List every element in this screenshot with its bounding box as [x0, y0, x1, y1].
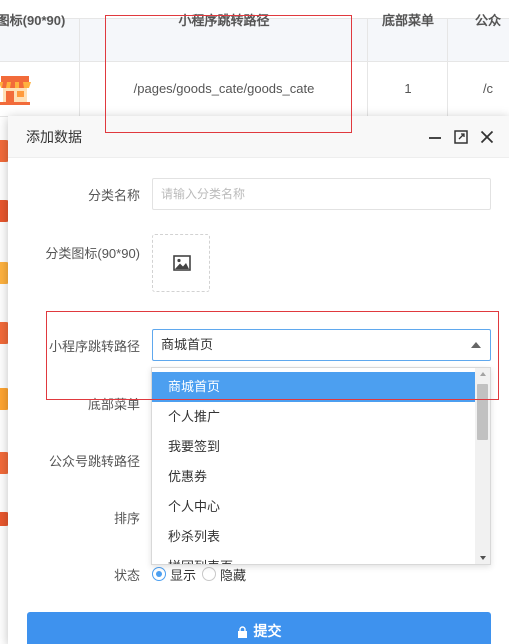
- admin-page: 图标(90*90) 小程序跳转路径 底部菜单 公众 /pages/goods_c…: [0, 0, 509, 644]
- scroll-down-icon[interactable]: [480, 556, 486, 560]
- submit-label: 提交: [253, 623, 282, 639]
- dropdown-option[interactable]: 个人推广: [152, 402, 475, 432]
- gzh-path-label: 公众号跳转路径: [48, 454, 140, 469]
- status-show-radio[interactable]: [152, 567, 166, 581]
- dialog-title: 添加数据: [26, 129, 82, 145]
- close-icon[interactable]: [477, 127, 497, 147]
- minimize-icon[interactable]: [425, 127, 445, 147]
- icon-upload[interactable]: [152, 234, 210, 292]
- lock-icon: [237, 626, 247, 638]
- category-name-label: 分类名称: [87, 188, 140, 203]
- status-label: 状态: [113, 568, 140, 583]
- dropdown-option[interactable]: 优惠券: [152, 462, 475, 492]
- category-name-input[interactable]: [152, 178, 491, 210]
- maximize-icon[interactable]: [451, 127, 471, 147]
- image-icon: [173, 255, 191, 271]
- status-hide-label: 隐藏: [220, 568, 247, 583]
- header-menu: 底部菜单: [381, 13, 434, 28]
- dropdown-option[interactable]: 秒杀列表: [152, 522, 475, 552]
- store-icon: [0, 76, 31, 105]
- header-gzh: 公众: [474, 13, 501, 28]
- category-icon-label: 分类图标(90*90): [45, 246, 140, 261]
- highlight-box-path-column: [105, 15, 352, 133]
- highlight-box-path-field: [46, 311, 499, 400]
- header-icon: 图标(90*90): [0, 13, 66, 28]
- submit-button[interactable]: 提交: [27, 612, 491, 644]
- status-show-label: 显示: [170, 568, 197, 583]
- row-menu: 1: [404, 81, 412, 96]
- dropdown-option[interactable]: 个人中心: [152, 492, 475, 522]
- row-gzh: /c: [482, 81, 494, 96]
- dropdown-option[interactable]: 拼团列表页: [152, 552, 475, 564]
- status-hide-radio[interactable]: [202, 567, 216, 581]
- dropdown-option[interactable]: 我要签到: [152, 432, 475, 462]
- sort-label: 排序: [113, 511, 140, 526]
